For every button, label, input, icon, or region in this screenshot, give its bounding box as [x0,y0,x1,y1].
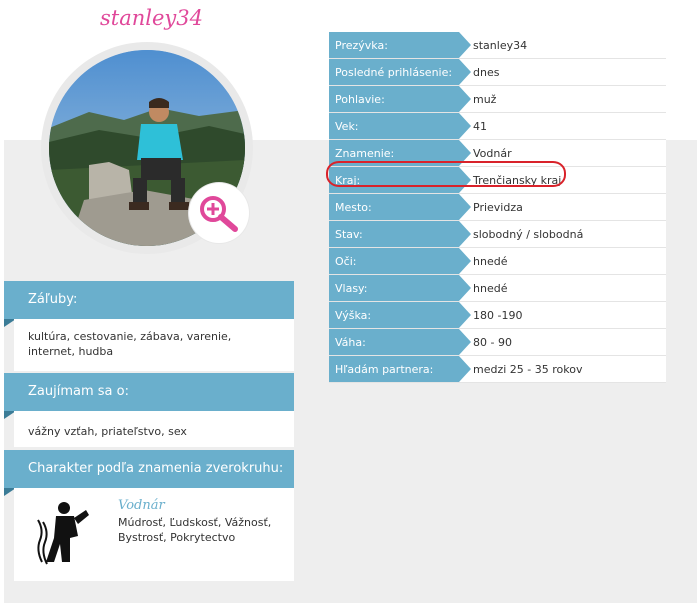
profile-field-label: Hľadám partnera: [329,355,459,383]
profile-field-label: Znamenie: [329,139,459,167]
arrow-icon [459,59,471,85]
profile-row: Pohlavie: muž [329,85,666,113]
arrow-icon [459,221,471,247]
zodiac-sign-name: Vodnár [118,498,165,513]
row-arrow [459,112,471,140]
arrow-icon [459,275,471,301]
profile-field-value: Prievidza [471,193,666,221]
profile-row: Oči: hnedé [329,247,666,275]
profile-username: stanley34 [100,6,203,30]
row-arrow [459,328,471,356]
row-arrow [459,32,471,59]
interests-header: Zaujímam sa o: [4,373,294,419]
profile-row: Výška: 180 -190 [329,301,666,329]
profile-field-value: medzi 25 - 35 rokov [471,355,666,383]
row-arrow [459,220,471,248]
row-arrow [459,166,471,194]
profile-field-label: Prezývka: [329,32,459,59]
arrow-icon [459,194,471,220]
profile-field-label: Kraj: [329,166,459,194]
arrow-icon [459,140,471,166]
zodiac-header: Charakter podľa znamenia zverokruhu: [4,450,294,496]
profile-row: Posledné prihlásenie: dnes [329,58,666,86]
profile-row: Kraj: Trenčiansky kraj [329,166,666,194]
row-arrow [459,301,471,329]
profile-field-label: Výška: [329,301,459,329]
profile-field-value: slobodný / slobodná [471,220,666,248]
profile-field-label: Posledné prihlásenie: [329,58,459,86]
arrow-icon [459,113,471,139]
hobbies-body: kultúra, cestovanie, zábava, varenie, in… [14,319,294,371]
profile-field-value: stanley34 [471,32,666,59]
arrow-icon [459,356,471,382]
profile-row: Vlasy: hnedé [329,274,666,302]
profile-field-value: 80 - 90 [471,328,666,356]
arrow-icon [459,302,471,328]
profile-row: Váha: 80 - 90 [329,328,666,356]
arrow-icon [459,86,471,112]
row-arrow [459,193,471,221]
hobbies-text: kultúra, cestovanie, zábava, varenie, in… [28,330,232,358]
profile-row: Stav: slobodný / slobodná [329,220,666,248]
profile-field-label: Vek: [329,112,459,140]
profile-field-label: Vlasy: [329,274,459,302]
profile-row: Mesto: Prievidza [329,193,666,221]
profile-details-table: Prezývka: stanley34 Posledné prihlásenie: d… [329,32,666,383]
row-arrow [459,355,471,383]
arrow-icon [459,329,471,355]
row-arrow [459,85,471,113]
profile-field-value: Vodnár [471,139,666,167]
hobbies-header: Záľuby: [4,281,294,327]
profile-field-value: hnedé [471,274,666,302]
aquarius-icon [37,502,89,565]
arrow-icon [459,167,471,193]
profile-row: Znamenie: Vodnár [329,139,666,167]
arrow-icon [459,32,471,58]
profile-row: Hľadám partnera: medzi 25 - 35 rokov [329,355,666,383]
profile-field-value: Trenčiansky kraj [471,166,666,194]
zoom-in-icon [200,196,238,232]
profile-field-label: Oči: [329,247,459,275]
interests-body: vážny vzťah, priateľstvo, sex [14,411,294,447]
profile-row: Vek: 41 [329,112,666,140]
row-arrow [459,139,471,167]
row-arrow [459,58,471,86]
profile-row: Prezývka: stanley34 [329,32,666,59]
interests-text: vážny vzťah, priateľstvo, sex [28,425,187,438]
row-arrow [459,247,471,275]
profile-field-label: Pohlavie: [329,85,459,113]
zoom-photo-button[interactable] [189,183,249,243]
profile-field-label: Stav: [329,220,459,248]
profile-field-value: dnes [471,58,666,86]
profile-field-label: Váha: [329,328,459,356]
zodiac-traits: Múdrosť, Ľudskosť, Vážnosť, Bystrosť, Po… [118,516,272,544]
row-arrow [459,274,471,302]
arrow-icon [459,248,471,274]
profile-field-value: muž [471,85,666,113]
zodiac-body: Vodnár Múdrosť, Ľudskosť, Vážnosť, Bystr… [14,488,294,581]
profile-field-value: 41 [471,112,666,140]
profile-field-value: 180 -190 [471,301,666,329]
profile-field-label: Mesto: [329,193,459,221]
profile-field-value: hnedé [471,247,666,275]
